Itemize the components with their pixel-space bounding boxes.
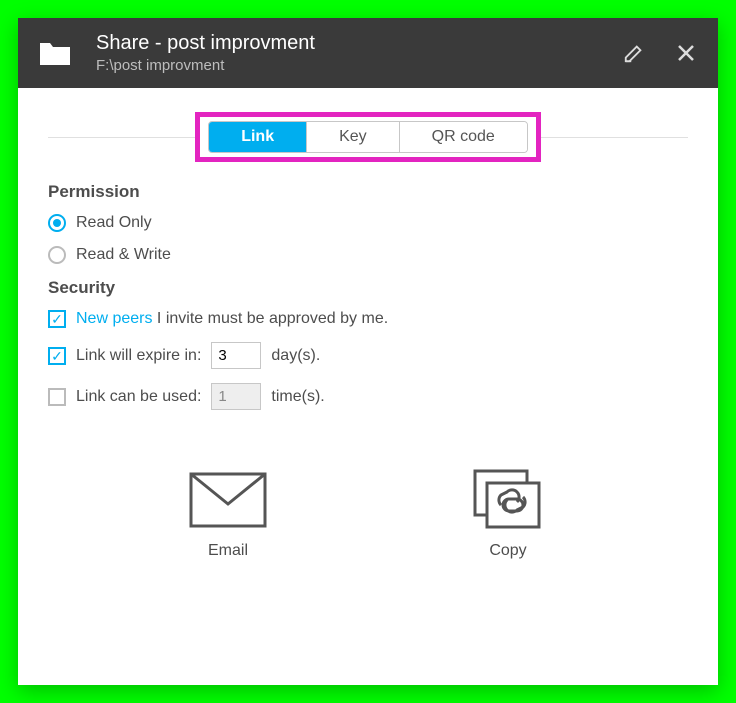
security-expire-row: ✓ Link will expire in: day(s).: [48, 342, 688, 369]
tab-qr[interactable]: QR code: [400, 122, 527, 152]
checkbox-expire[interactable]: ✓: [48, 347, 66, 365]
checkbox-uses[interactable]: [48, 388, 66, 406]
checkbox-new-peers[interactable]: ✓: [48, 310, 66, 328]
tabs-row: Link Key QR code: [48, 112, 688, 162]
expire-days-input[interactable]: [211, 342, 261, 369]
action-row: Email Copy: [48, 470, 688, 560]
security-new-peers-row: ✓ New peers I invite must be approved by…: [48, 310, 688, 328]
email-label: Email: [208, 542, 248, 560]
radio-read-write[interactable]: [48, 246, 66, 264]
dialog-path: F:\post improvment: [96, 57, 598, 74]
expire-prefix: Link will expire in:: [76, 347, 201, 365]
edit-icon[interactable]: [622, 41, 646, 65]
folder-icon: [38, 39, 72, 67]
uses-prefix: Link can be used:: [76, 388, 201, 406]
uses-count-input[interactable]: [211, 383, 261, 410]
header-text: Share - post improvment F:\post improvme…: [96, 32, 598, 74]
tab-link[interactable]: Link: [209, 122, 307, 152]
dialog-content: Link Key QR code Permission Read Only Re…: [18, 88, 718, 685]
radio-read-only[interactable]: [48, 214, 66, 232]
permission-read-only-row: Read Only: [48, 214, 688, 232]
expire-suffix: day(s).: [271, 347, 320, 365]
close-icon[interactable]: [674, 41, 698, 65]
radio-read-write-label: Read & Write: [76, 246, 171, 264]
tabs: Link Key QR code: [208, 121, 528, 153]
security-uses-row: Link can be used: time(s).: [48, 383, 688, 410]
uses-suffix: time(s).: [271, 388, 324, 406]
dialog-title: Share - post improvment: [96, 32, 598, 55]
radio-read-only-label: Read Only: [76, 214, 152, 232]
permission-read-write-row: Read & Write: [48, 246, 688, 264]
new-peers-text: I invite must be approved by me.: [152, 310, 388, 327]
copy-icon: [469, 470, 547, 530]
permission-heading: Permission: [48, 182, 688, 202]
email-button[interactable]: Email: [189, 470, 267, 560]
share-dialog: Share - post improvment F:\post improvme…: [18, 18, 718, 685]
new-peers-link[interactable]: New peers: [76, 310, 152, 327]
tabs-highlight: Link Key QR code: [195, 112, 541, 162]
dialog-header: Share - post improvment F:\post improvme…: [18, 18, 718, 88]
copy-button[interactable]: Copy: [469, 470, 547, 560]
header-actions: [622, 41, 698, 65]
copy-label: Copy: [489, 542, 526, 560]
email-icon: [189, 470, 267, 530]
tab-key[interactable]: Key: [307, 122, 400, 152]
security-heading: Security: [48, 278, 688, 298]
